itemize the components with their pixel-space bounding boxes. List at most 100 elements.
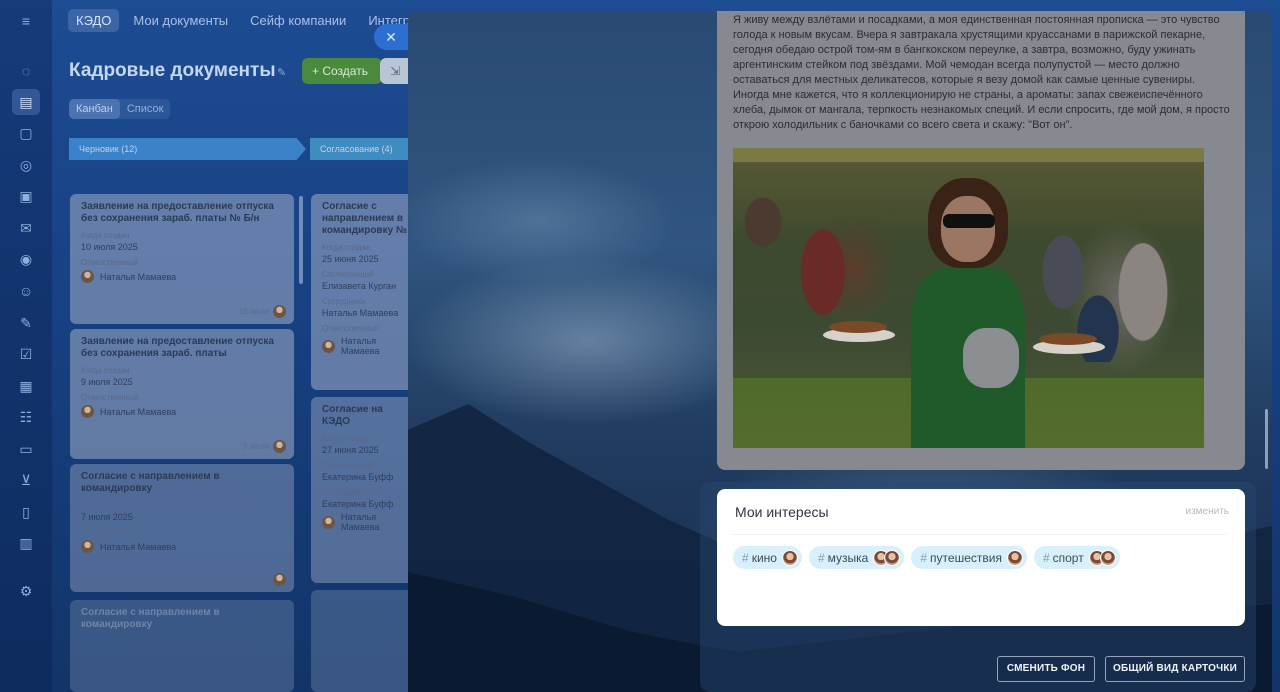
card-role2-label: Сотрудники <box>322 488 366 497</box>
avatar <box>81 540 94 553</box>
edit-title-icon[interactable]: ✎ <box>277 66 286 79</box>
stage-draft[interactable]: Черновик (12) <box>69 138 306 160</box>
team-icon[interactable]: ☷ <box>17 408 35 426</box>
hamburger-icon[interactable]: ≡ <box>17 12 35 30</box>
avatar[interactable] <box>781 549 798 566</box>
interest-tag-muzyka[interactable]: # музыка <box>808 546 905 569</box>
view-list[interactable]: Список <box>120 99 171 119</box>
close-slider-icon[interactable]: ✕ <box>374 24 408 50</box>
kanban-card[interactable]: Согласие с направлением в командировку №… <box>311 194 421 390</box>
pulse-icon[interactable]: ◌ <box>17 62 35 80</box>
avatar[interactable] <box>884 549 901 566</box>
change-background-button[interactable]: СМЕНИТЬ ФОН <box>997 656 1095 682</box>
card-title: Заявление на предоставление отпуска без … <box>81 201 274 224</box>
calendar-icon[interactable]: ▦ <box>17 377 35 395</box>
card-date: 9 июля 2025 <box>81 377 133 387</box>
interest-tag-puteshestviya[interactable]: # путешествия <box>911 546 1027 569</box>
card-date: 27 июня 2025 <box>322 445 379 455</box>
view-switch: Канбан Список <box>69 99 171 119</box>
kanban-card[interactable]: Согласие на КЭДО Когда создан 27 июня 20… <box>311 397 421 583</box>
post-photo[interactable] <box>733 148 1204 448</box>
card-footer: 10 июля <box>239 305 286 318</box>
card-title: Согласие с направлением в командировку № <box>322 201 408 236</box>
tab-my-documents[interactable]: Мои документы <box>125 9 236 32</box>
card-role-label: Ответственный <box>81 528 139 537</box>
card-icon[interactable]: ▭ <box>17 440 35 458</box>
kanban-card[interactable]: Заявление на предоставление отпуска без … <box>70 194 294 324</box>
cart-icon[interactable]: ⊻ <box>17 471 35 489</box>
interest-tag-sport[interactable]: # спорт <box>1033 546 1120 569</box>
interests-title: Мои интересы <box>735 504 829 520</box>
card-person[interactable]: Наталья Мамаева <box>81 270 283 283</box>
post-text: Я живу между взлётами и посадками, а моя… <box>733 14 1230 131</box>
tag-label: кино <box>751 550 777 565</box>
stage-agreement[interactable]: Согласование (4) <box>310 138 410 160</box>
card-date-label: Когда создан <box>81 231 130 240</box>
create-button[interactable]: + Создать <box>302 58 382 84</box>
card-person2[interactable]: Наталья Мамаева <box>322 308 410 318</box>
avatar <box>322 339 335 353</box>
tab-kedo[interactable]: КЭДО <box>68 8 120 32</box>
card-role-label: Согласующий <box>322 461 374 470</box>
slider-scrollbar[interactable] <box>1265 409 1268 469</box>
card-person[interactable]: Наталья Мамаева <box>81 405 283 418</box>
calendar-doc-icon[interactable]: ▣ <box>17 187 35 205</box>
card-date-label: Когда создан <box>81 366 130 375</box>
avatar <box>273 305 286 318</box>
create-menu-arrow-icon[interactable]: ⇲ <box>380 58 410 84</box>
contacts-icon[interactable]: ☺ <box>17 282 35 300</box>
avatar <box>273 573 286 586</box>
card-person[interactable]: Елизавета Курган <box>322 281 410 291</box>
card-person[interactable]: Екатерина Буфф <box>322 472 410 482</box>
card-role-label: Ответственный <box>81 258 139 267</box>
card-person3[interactable]: Наталья Мамаева <box>322 336 410 356</box>
documents-icon[interactable]: ▤ <box>12 89 40 115</box>
card-title: Согласие с направлением в командировку <box>81 607 220 630</box>
kanban-card[interactable]: Заявление на предоставление отпуска без … <box>70 329 294 459</box>
view-kanban[interactable]: Канбан <box>69 99 120 119</box>
photo-woman <box>823 178 1105 448</box>
avatar[interactable] <box>1006 549 1023 566</box>
divider <box>733 534 1229 535</box>
settings-icon[interactable]: ⚙ <box>17 582 35 600</box>
tag-label: спорт <box>1052 550 1084 565</box>
kanban-card[interactable] <box>311 590 421 692</box>
kanban-scrollbar[interactable] <box>299 196 303 284</box>
card-overview-button[interactable]: ОБЩИЙ ВИД КАРТОЧКИ <box>1105 656 1245 682</box>
card-date-label: Когда создан <box>322 243 371 252</box>
card-date: 25 июня 2025 <box>322 254 379 264</box>
tag-label: путешествия <box>930 550 1002 565</box>
card-footer: 9 июля <box>243 440 286 453</box>
chat-icon[interactable]: ▢ <box>17 124 35 142</box>
tasks-icon[interactable]: ☑ <box>17 345 35 363</box>
photo-banner <box>733 148 1204 162</box>
avatar[interactable] <box>1099 549 1116 566</box>
kanban-card[interactable]: Согласие с направлением в командировку К… <box>70 464 294 592</box>
target-icon[interactable]: ◉ <box>17 250 35 268</box>
page-title: Кадровые документы <box>69 60 276 81</box>
page-icon[interactable]: ▯ <box>17 503 35 521</box>
card-role-label: Ответственный <box>81 393 139 402</box>
box-icon[interactable]: ▥ <box>17 534 35 552</box>
interest-tag-kino[interactable]: # кино <box>733 546 802 569</box>
card-date-label: Когда создан <box>322 434 371 443</box>
card-person[interactable]: Наталья Мамаева <box>81 540 283 553</box>
card-role2-label: Сотрудники <box>322 297 366 306</box>
card-footer <box>273 573 286 586</box>
card-title: Согласие с направлением в командировку <box>81 471 220 494</box>
mail-icon[interactable]: ✉ <box>17 219 35 237</box>
card-date: 7 июля 2025 <box>81 512 133 522</box>
tab-company-safe[interactable]: Сейф компании <box>242 9 354 32</box>
card-role-label: Согласующий <box>322 270 374 279</box>
card-title: Согласие на КЭДО <box>322 404 383 427</box>
card-person2[interactable]: Екатерина Буфф <box>322 499 410 509</box>
card-title: Заявление на предоставление отпуска без … <box>81 336 274 359</box>
kanban-card[interactable]: Согласие с направлением в командировку <box>70 600 294 692</box>
interests-card: Мои интересы изменить # кино # музыка # пут… <box>717 489 1245 626</box>
interests-edit-link[interactable]: изменить <box>1185 506 1229 517</box>
card-person3[interactable]: Наталья Мамаева <box>322 512 410 532</box>
card-date: 10 июля 2025 <box>81 242 138 252</box>
sign-icon[interactable]: ✎ <box>17 314 35 332</box>
globe-icon[interactable]: ◎ <box>17 156 35 174</box>
avatar <box>322 515 335 529</box>
